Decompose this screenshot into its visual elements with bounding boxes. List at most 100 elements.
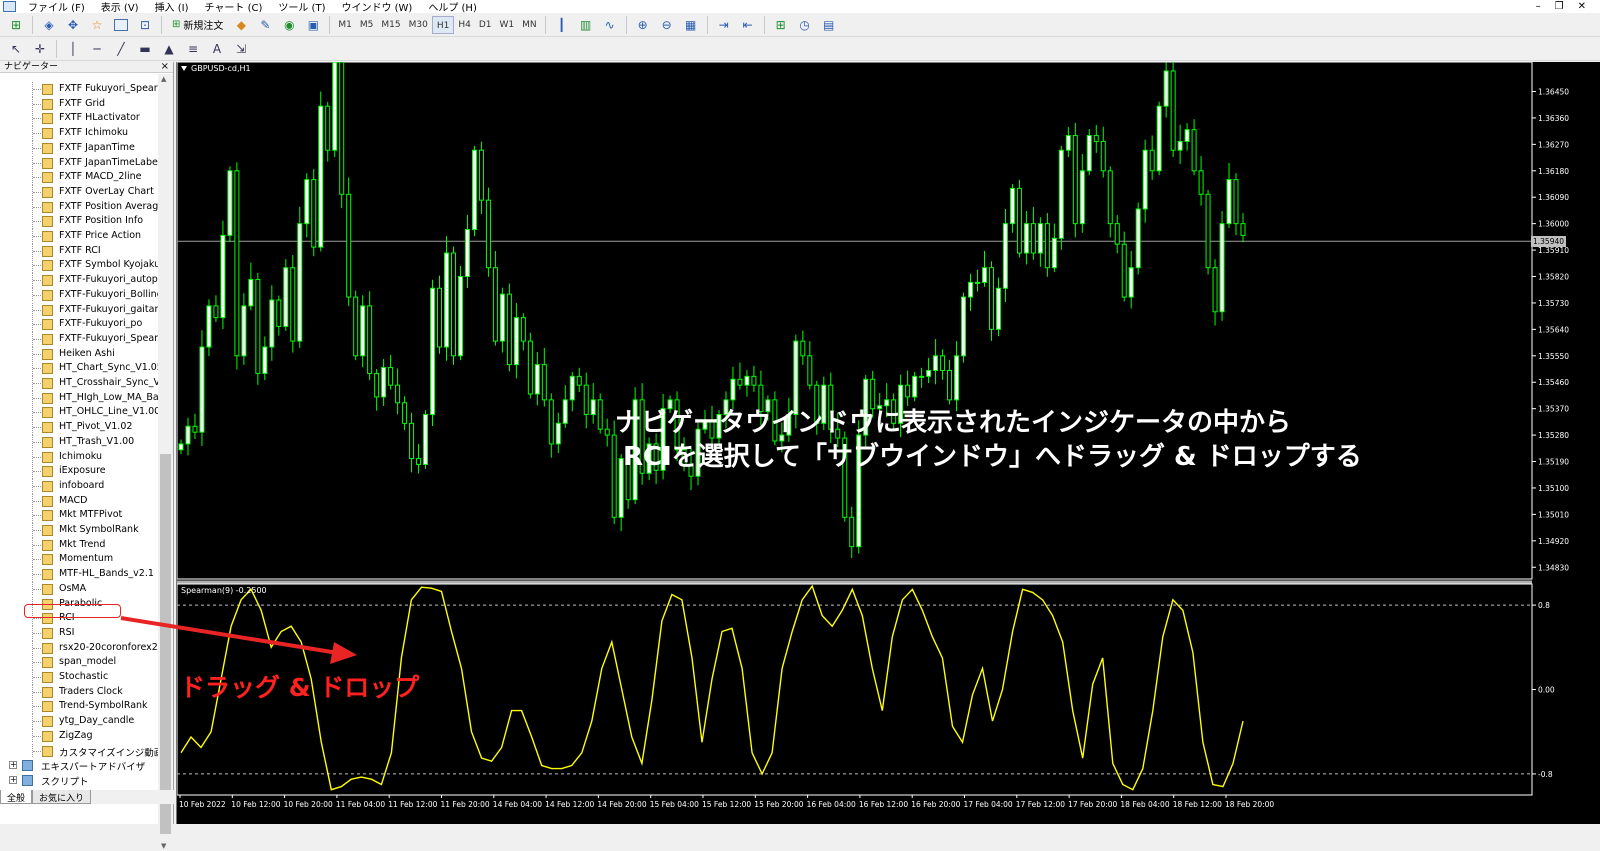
navigator-item[interactable]: FXTF JapanTimeLabel <box>0 155 158 171</box>
navigator-item[interactable]: Momentum <box>0 552 158 568</box>
navigator-item[interactable]: infoboard <box>0 478 158 494</box>
scroll-up-icon[interactable]: ▲ <box>161 75 166 83</box>
navigator-item[interactable]: FXTF JapanTime <box>0 140 158 156</box>
navigator-item[interactable]: HT_Chart_Sync_V1.051 <box>0 361 158 376</box>
tab-general[interactable]: 全般 <box>0 790 33 804</box>
timeframe-h4[interactable]: H4 <box>454 16 475 34</box>
navigator-item[interactable]: RSI <box>0 625 158 641</box>
meta-editor-icon[interactable]: ✎ <box>255 16 275 34</box>
restore-icon[interactable]: ❐ <box>1555 1 1564 12</box>
cursor-icon[interactable]: ↖ <box>6 40 26 58</box>
timeframe-mn[interactable]: MN <box>518 16 541 34</box>
scroll-down-icon[interactable]: ▼ <box>161 842 166 850</box>
horizontal-line-icon[interactable]: ─ <box>87 40 107 58</box>
navigator-item[interactable]: FXTF Ichimoku <box>0 126 158 141</box>
navigator-item[interactable]: FXTF HLactivator <box>0 111 158 127</box>
autotrading-icon[interactable]: ◆ <box>231 16 251 34</box>
navigator-root-scripts[interactable]: + スクリプト <box>0 773 158 788</box>
navigator-item[interactable]: FXTF-Fukuyori_Bolling <box>0 287 158 303</box>
line-chart-icon[interactable]: ∿ <box>600 16 620 34</box>
navigator-root-experts[interactable]: + エキスパートアドバイザ <box>0 758 158 773</box>
menu-file[interactable]: ファイル (F) <box>20 0 93 14</box>
timeframe-m5[interactable]: M5 <box>356 16 378 34</box>
navigator-item[interactable]: FXTF-Fukuyori_po <box>0 317 158 332</box>
vps-icon[interactable]: ▣ <box>303 16 323 34</box>
text-icon[interactable]: A <box>207 40 227 58</box>
navigator-item[interactable]: FXTF Position Info <box>0 214 158 229</box>
navigator-item[interactable]: FXTF Price Action <box>0 229 158 244</box>
chart-shift-icon[interactable]: ⇤ <box>738 16 758 34</box>
navigator-item[interactable]: OsMA <box>0 581 158 597</box>
auto-scroll-icon[interactable]: ⇥ <box>714 16 734 34</box>
zoom-in-icon[interactable]: ⊕ <box>633 16 653 34</box>
navigator-item[interactable]: Mkt Trend <box>0 537 158 553</box>
bar-chart-icon[interactable]: ┃ <box>552 16 572 34</box>
signals-icon[interactable]: ◉ <box>279 16 299 34</box>
terminal-icon[interactable]: ⊡ <box>135 16 155 34</box>
minimize-icon[interactable]: – <box>1536 1 1541 12</box>
timeframe-w1[interactable]: W1 <box>495 16 518 34</box>
triangle-icon[interactable]: ▲ <box>159 40 179 58</box>
expand-icon[interactable]: + <box>9 761 17 770</box>
navigator-item[interactable]: FXTF Position Average <box>0 199 158 215</box>
profiles-icon[interactable]: ◈ <box>39 16 59 34</box>
close-window-icon[interactable]: ✕ <box>1578 1 1586 12</box>
navigator-item[interactable]: FXTF RCI <box>0 243 158 259</box>
navigator-item[interactable]: HT_Crosshair_Sync_V1. <box>0 376 158 391</box>
menu-help[interactable]: ヘルプ (H) <box>420 0 485 14</box>
indicators-icon[interactable]: ⊞ <box>771 16 791 34</box>
navigator-item[interactable]: HT_Pivot_V1.02 <box>0 420 158 435</box>
navigator-item[interactable]: FXTF-Fukuyori_gaitam <box>0 302 158 318</box>
navigator-icon[interactable] <box>111 16 131 34</box>
navigator-item[interactable]: span_model <box>0 655 158 670</box>
navigator-item[interactable]: Stochastic <box>0 670 158 685</box>
timeframe-h1[interactable]: H1 <box>431 15 455 34</box>
navigator-item[interactable]: FXTF OverLay Chart <box>0 184 158 200</box>
navigator-item[interactable]: rsx20-20coronforex20- <box>0 640 158 656</box>
navigator-item[interactable]: Traders Clock <box>0 684 158 700</box>
market-watch-icon[interactable]: ✥ <box>63 16 83 34</box>
periods-icon[interactable]: ◷ <box>795 16 815 34</box>
tab-favorites[interactable]: お気に入り <box>32 790 92 804</box>
navigator-item[interactable]: FXTF Grid <box>0 96 158 112</box>
navigator-item[interactable]: ZigZag <box>0 728 158 744</box>
tile-windows-icon[interactable]: ▦ <box>681 16 701 34</box>
new-chart-icon[interactable]: ⊞ <box>6 16 26 34</box>
navigator-item[interactable]: iExposure <box>0 464 158 479</box>
navigator-item[interactable]: FXTF MACD_2line <box>0 170 158 185</box>
menu-window[interactable]: ウインドウ (W) <box>333 0 420 14</box>
navigator-item[interactable]: Mkt MTFPivot <box>0 508 158 523</box>
timeframe-m1[interactable]: M1 <box>334 16 356 34</box>
trendline-icon[interactable]: ╱ <box>111 40 131 58</box>
templates-icon[interactable]: ▤ <box>819 16 839 34</box>
navigator-scrollbar[interactable]: ▲ ▼ <box>158 74 173 851</box>
candlestick-icon[interactable]: ▥ <box>576 16 596 34</box>
new-order-button[interactable]: ⊞ 新規注文 <box>166 17 229 32</box>
menu-insert[interactable]: 挿入 (I) <box>147 0 197 14</box>
menu-tools[interactable]: ツール (T) <box>270 0 333 14</box>
arrows-icon[interactable]: ⇲ <box>231 40 251 58</box>
close-icon[interactable]: × <box>161 61 169 72</box>
navigator-item[interactable]: FXTF-Fukuyori_autopiv <box>0 273 158 288</box>
zoom-out-icon[interactable]: ⊖ <box>657 16 677 34</box>
menu-chart[interactable]: チャート (C) <box>197 0 271 14</box>
navigator-item[interactable]: Mkt SymbolRank <box>0 523 158 538</box>
channel-icon[interactable]: ▬ <box>135 40 155 58</box>
data-window-icon[interactable]: ☆ <box>87 16 107 34</box>
navigator-item[interactable]: FXTF Fukuyori_Spearm <box>0 82 158 97</box>
timeframe-m15[interactable]: M15 <box>377 16 404 34</box>
navigator-item[interactable]: MACD <box>0 493 158 509</box>
navigator-item[interactable]: ytg_Day_candle <box>0 714 158 729</box>
timeframe-m30[interactable]: M30 <box>405 16 432 34</box>
timeframe-d1[interactable]: D1 <box>475 16 496 34</box>
scrollbar-thumb[interactable] <box>160 454 171 834</box>
navigator-item[interactable]: HT_Trash_V1.00 <box>0 434 158 450</box>
navigator-item[interactable]: カスタマイズインジ動画制 <box>0 743 158 759</box>
navigator-item[interactable]: Ichimoku <box>0 449 158 465</box>
navigator-item[interactable]: Heiken Ashi <box>0 346 158 362</box>
menu-view[interactable]: 表示 (V) <box>93 0 147 14</box>
navigator-item[interactable]: Trend-SymbolRank <box>0 699 158 715</box>
navigator-item[interactable]: MTF-HL_Bands_v2.1 <box>0 567 158 582</box>
navigator-item[interactable]: HT_OHLC_Line_V1.00 <box>0 405 158 421</box>
navigator-item[interactable]: FXTF-Fukuyori_Spearm <box>0 331 158 347</box>
